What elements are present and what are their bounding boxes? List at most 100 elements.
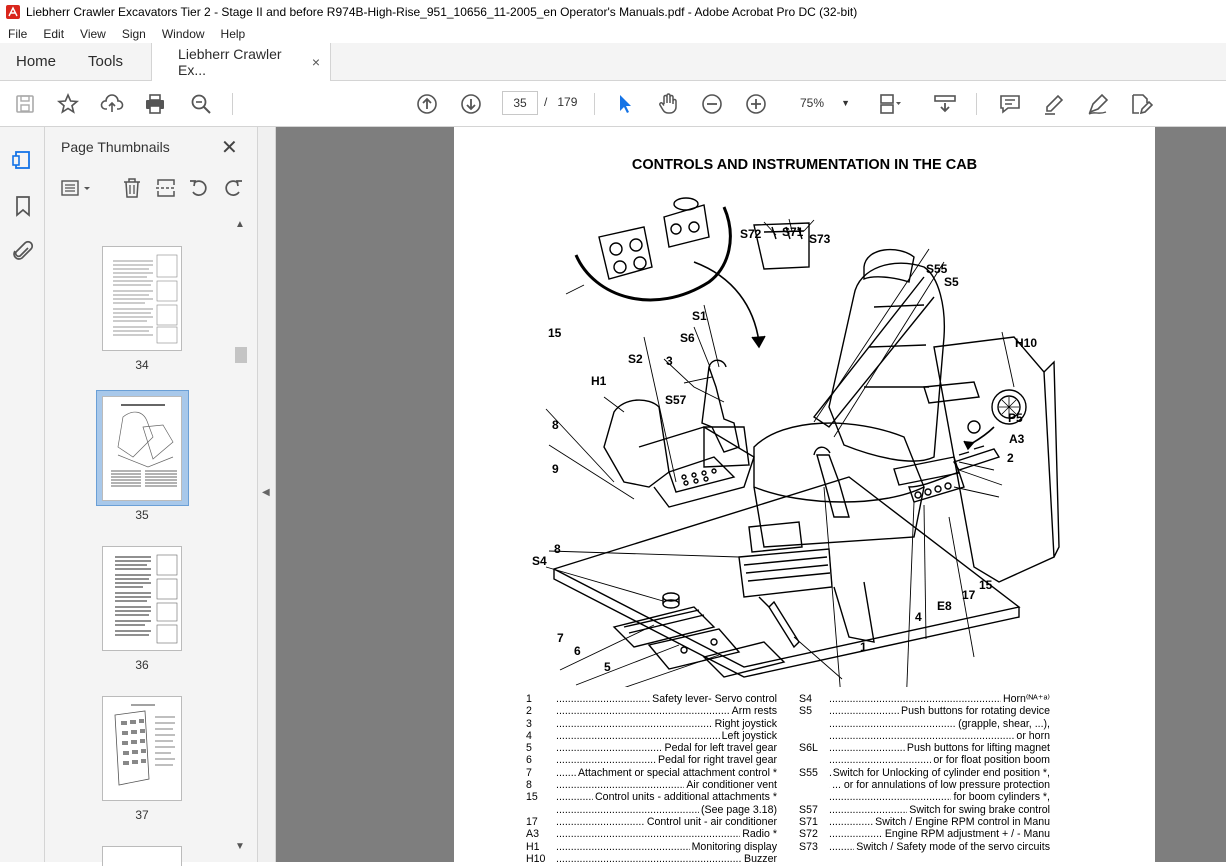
legend-row: ........................................…: [799, 717, 1050, 730]
trash-icon[interactable]: [121, 177, 143, 199]
callout-label: 9: [552, 462, 559, 476]
legend-row: S57.....................................…: [799, 803, 1050, 816]
legend-text: Safety lever- Servo control: [650, 693, 777, 706]
thumbnail-page-number: 35: [135, 508, 149, 522]
thumbnail-options-icon[interactable]: [61, 177, 95, 199]
legend-text: Push buttons for rotating device: [899, 705, 1050, 718]
zoom-value: 75%: [800, 96, 825, 110]
rotate-right-icon[interactable]: [222, 177, 244, 199]
attachment-icon[interactable]: [10, 239, 36, 265]
window-title: Liebherr Crawler Excavators Tier 2 - Sta…: [26, 5, 858, 19]
callout-label: S73: [809, 232, 831, 246]
search-zoom-icon[interactable]: [188, 91, 214, 117]
callout-label: E8: [937, 599, 952, 613]
thumbnails-scrollbar[interactable]: ▲ ▼: [233, 219, 247, 859]
edit-pdf-icon[interactable]: [1128, 91, 1154, 117]
menu-edit[interactable]: Edit: [35, 27, 72, 41]
thumbnail-page-number: 36: [135, 658, 149, 672]
sign-icon[interactable]: [1085, 91, 1111, 117]
callout-label: S55: [926, 262, 948, 276]
page-thumbnail[interactable]: [102, 396, 182, 501]
legend-text: ... or for annulations of low pressure p…: [830, 779, 1050, 792]
page-thumbnail[interactable]: [102, 846, 182, 866]
legend-key: S5: [799, 705, 812, 718]
legend-key: S4: [799, 693, 812, 705]
callout-label: 7: [557, 631, 564, 645]
legend-key: 7: [526, 766, 532, 779]
legend-row: ........................................…: [799, 754, 1050, 767]
toolbar: 35 / 179 75% ▼: [0, 81, 1226, 127]
zoom-select[interactable]: 75% ▼: [790, 91, 856, 115]
legend-right: S4......................................…: [799, 693, 1050, 853]
legend-text: Arm rests: [729, 705, 777, 718]
page-number-input[interactable]: 35: [502, 91, 538, 115]
tab-tools[interactable]: Tools: [72, 43, 139, 80]
legend-row: S55.....................................…: [799, 766, 1050, 780]
page-thumbnail[interactable]: [102, 696, 182, 801]
acrobat-app-icon: [6, 5, 20, 19]
star-icon[interactable]: [55, 91, 81, 117]
legend-key: S71: [799, 815, 818, 828]
legend-key: S55: [799, 766, 818, 779]
bookmark-icon[interactable]: [10, 193, 36, 219]
toolbar-separator: [594, 93, 595, 115]
select-arrow-icon[interactable]: [612, 91, 638, 117]
close-panel-icon[interactable]: ✕: [221, 135, 238, 160]
zoom-in-icon[interactable]: [743, 91, 769, 117]
menu-file[interactable]: File: [0, 27, 35, 41]
extract-pages-icon[interactable]: [155, 177, 177, 199]
legend-row: 7.......................................…: [526, 766, 777, 780]
pdf-page: CONTROLS AND INSTRUMENTATION IN THE CAB: [454, 127, 1155, 862]
page-fit-icon[interactable]: [876, 91, 902, 117]
hand-icon[interactable]: [655, 91, 681, 117]
menu-view[interactable]: View: [72, 27, 114, 41]
title-bar: Liebherr Crawler Excavators Tier 2 - Sta…: [0, 0, 1226, 24]
page-down-icon[interactable]: [458, 91, 484, 117]
legend-text: Switch for swing brake control: [907, 803, 1050, 816]
callout-label: 6: [574, 644, 581, 658]
legend-key: S6L: [799, 742, 818, 755]
zoom-out-icon[interactable]: [699, 91, 725, 117]
comment-icon[interactable]: [997, 91, 1023, 117]
left-rail: [0, 127, 45, 862]
callout-label: 15: [979, 578, 993, 592]
legend-text: Pedal for right travel gear: [656, 754, 777, 767]
print-icon[interactable]: [142, 91, 168, 117]
legend-row: 6.......................................…: [526, 754, 777, 767]
callout-label: S72: [740, 227, 762, 241]
legend-text: Right joystick: [712, 717, 777, 730]
scrollbar-thumb[interactable]: [235, 347, 247, 363]
highlight-icon[interactable]: [1041, 91, 1067, 117]
document-viewer[interactable]: CONTROLS AND INSTRUMENTATION IN THE CAB: [276, 127, 1226, 862]
page-up-icon[interactable]: [414, 91, 440, 117]
scroll-down-icon[interactable]: ▼: [235, 841, 245, 852]
menu-window[interactable]: Window: [154, 27, 213, 41]
tab-bar: Home Tools Liebherr Crawler Ex... ×: [0, 43, 1226, 81]
callout-label: 5: [604, 660, 611, 674]
rotate-left-icon[interactable]: [188, 177, 210, 199]
legend-text: Left joystick: [719, 729, 777, 743]
page-thumbnails-icon[interactable]: [10, 147, 36, 173]
tab-document[interactable]: Liebherr Crawler Ex... ×: [151, 43, 332, 81]
upload-icon[interactable]: [99, 91, 125, 117]
legend-text: (grapple, shear, ...),: [956, 717, 1050, 730]
tab-home[interactable]: Home: [0, 43, 72, 80]
page-thumbnail[interactable]: [102, 246, 182, 351]
legend-text: Switch / Engine RPM control in Manu: [873, 815, 1050, 829]
close-tab-icon[interactable]: ×: [312, 54, 320, 70]
menu-help[interactable]: Help: [213, 27, 254, 41]
legend-key: H10: [526, 852, 546, 862]
scroll-mode-icon[interactable]: [932, 91, 958, 117]
tab-tools-label: Tools: [88, 53, 124, 70]
callout-label: 8: [554, 542, 561, 556]
save-icon[interactable]: [12, 91, 38, 117]
collapse-panel-icon[interactable]: ◀: [262, 487, 270, 498]
menu-sign[interactable]: Sign: [114, 27, 154, 41]
legend-left: 1.......................................…: [526, 693, 777, 862]
panel-splitter[interactable]: ◀: [258, 127, 276, 862]
legend-text: for boom cylinders *,: [951, 791, 1050, 804]
page-thumbnail[interactable]: [102, 546, 182, 651]
legend-key: 15: [526, 791, 538, 804]
thumbnail-page-number: 34: [135, 358, 149, 372]
scroll-up-icon[interactable]: ▲: [235, 219, 245, 230]
